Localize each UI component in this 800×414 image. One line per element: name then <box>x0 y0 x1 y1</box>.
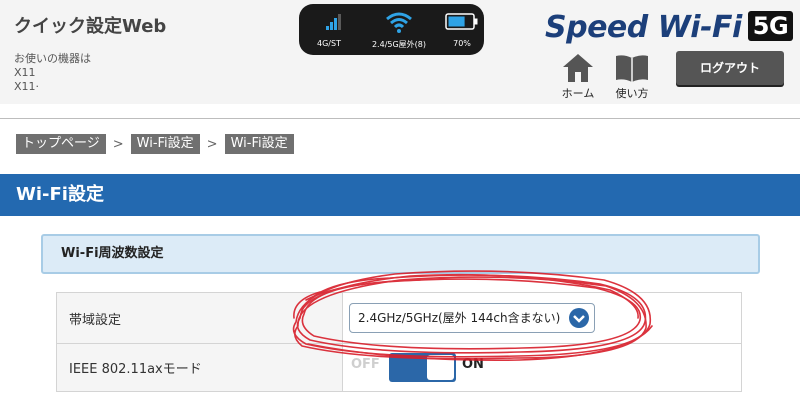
battery-icon <box>445 13 478 30</box>
wifi-icon <box>386 12 412 33</box>
breadcrumb-current: Wi-Fi設定 <box>224 134 294 154</box>
breadcrumb: トップページ > Wi-Fi設定 > Wi-Fi設定 <box>16 134 294 154</box>
header: クイック設定Web お使いの機器は X11 X11· 4G/ST 2.4/5G屋… <box>0 0 800 104</box>
brand-logo: Speed Wi-Fi 5G <box>545 10 794 45</box>
device-model-line2: X11· <box>14 80 40 93</box>
manual-label: 使い方 <box>615 87 649 100</box>
network-status: 4G/ST <box>309 10 349 48</box>
book-icon <box>616 55 648 82</box>
chevron-down-icon <box>569 308 589 328</box>
breadcrumb-separator: > <box>206 136 218 152</box>
app-title: クイック設定Web <box>14 16 167 37</box>
brand-text: Speed Wi-Fi <box>545 10 742 45</box>
toggle-knob[interactable] <box>427 355 454 380</box>
logout-button[interactable]: ログアウト <box>676 51 784 85</box>
toggle-on-label: ON <box>462 357 484 372</box>
table-row: 帯域設定 2.4GHz/5GHz(屋外 144ch含まない) <box>56 292 742 344</box>
breadcrumb-wifi-settings[interactable]: Wi-Fi設定 <box>130 134 200 154</box>
wifi-status: 2.4/5G屋外(8) <box>359 10 439 49</box>
ax-mode-cell: OFF ON <box>342 343 742 392</box>
home-button[interactable]: ホーム <box>557 52 599 101</box>
wifi-label: 2.4/5G屋外(8) <box>371 40 427 49</box>
manual-button[interactable]: 使い方 <box>611 52 653 101</box>
device-status-bar: 4G/ST 2.4/5G屋外(8) 70% <box>299 4 484 55</box>
ax-mode-label: IEEE 802.11axモード <box>56 343 343 392</box>
page-title: Wi-Fi設定 <box>0 174 800 216</box>
header-divider <box>0 118 800 119</box>
section-title: Wi-Fi周波数設定 <box>41 234 760 274</box>
breadcrumb-top-page[interactable]: トップページ <box>16 134 106 154</box>
band-select-value: 2.4GHz/5GHz(屋外 144ch含まない) <box>358 311 561 325</box>
ax-mode-toggle[interactable] <box>389 353 456 382</box>
breadcrumb-separator: > <box>112 136 124 152</box>
home-icon <box>563 54 593 82</box>
table-row: IEEE 802.11axモード OFF ON <box>56 343 742 392</box>
band-setting-label: 帯域設定 <box>56 292 343 344</box>
toggle-off-label: OFF <box>351 357 380 372</box>
band-setting-cell: 2.4GHz/5GHz(屋外 144ch含まない) <box>342 292 742 344</box>
device-info-label: お使いの機器は <box>14 52 91 65</box>
network-label: 4G/ST <box>317 39 341 48</box>
brand-5g-badge: 5G <box>747 11 794 41</box>
battery-label: 70% <box>453 39 471 48</box>
home-label: ホーム <box>561 87 595 100</box>
band-select[interactable]: 2.4GHz/5GHz(屋外 144ch含まない) <box>349 303 595 333</box>
settings-table: 帯域設定 2.4GHz/5GHz(屋外 144ch含まない) IEEE 802.… <box>56 292 742 392</box>
signal-bars-icon <box>326 14 341 30</box>
battery-status: 70% <box>444 10 480 48</box>
device-model-line1: X11 <box>14 66 36 79</box>
